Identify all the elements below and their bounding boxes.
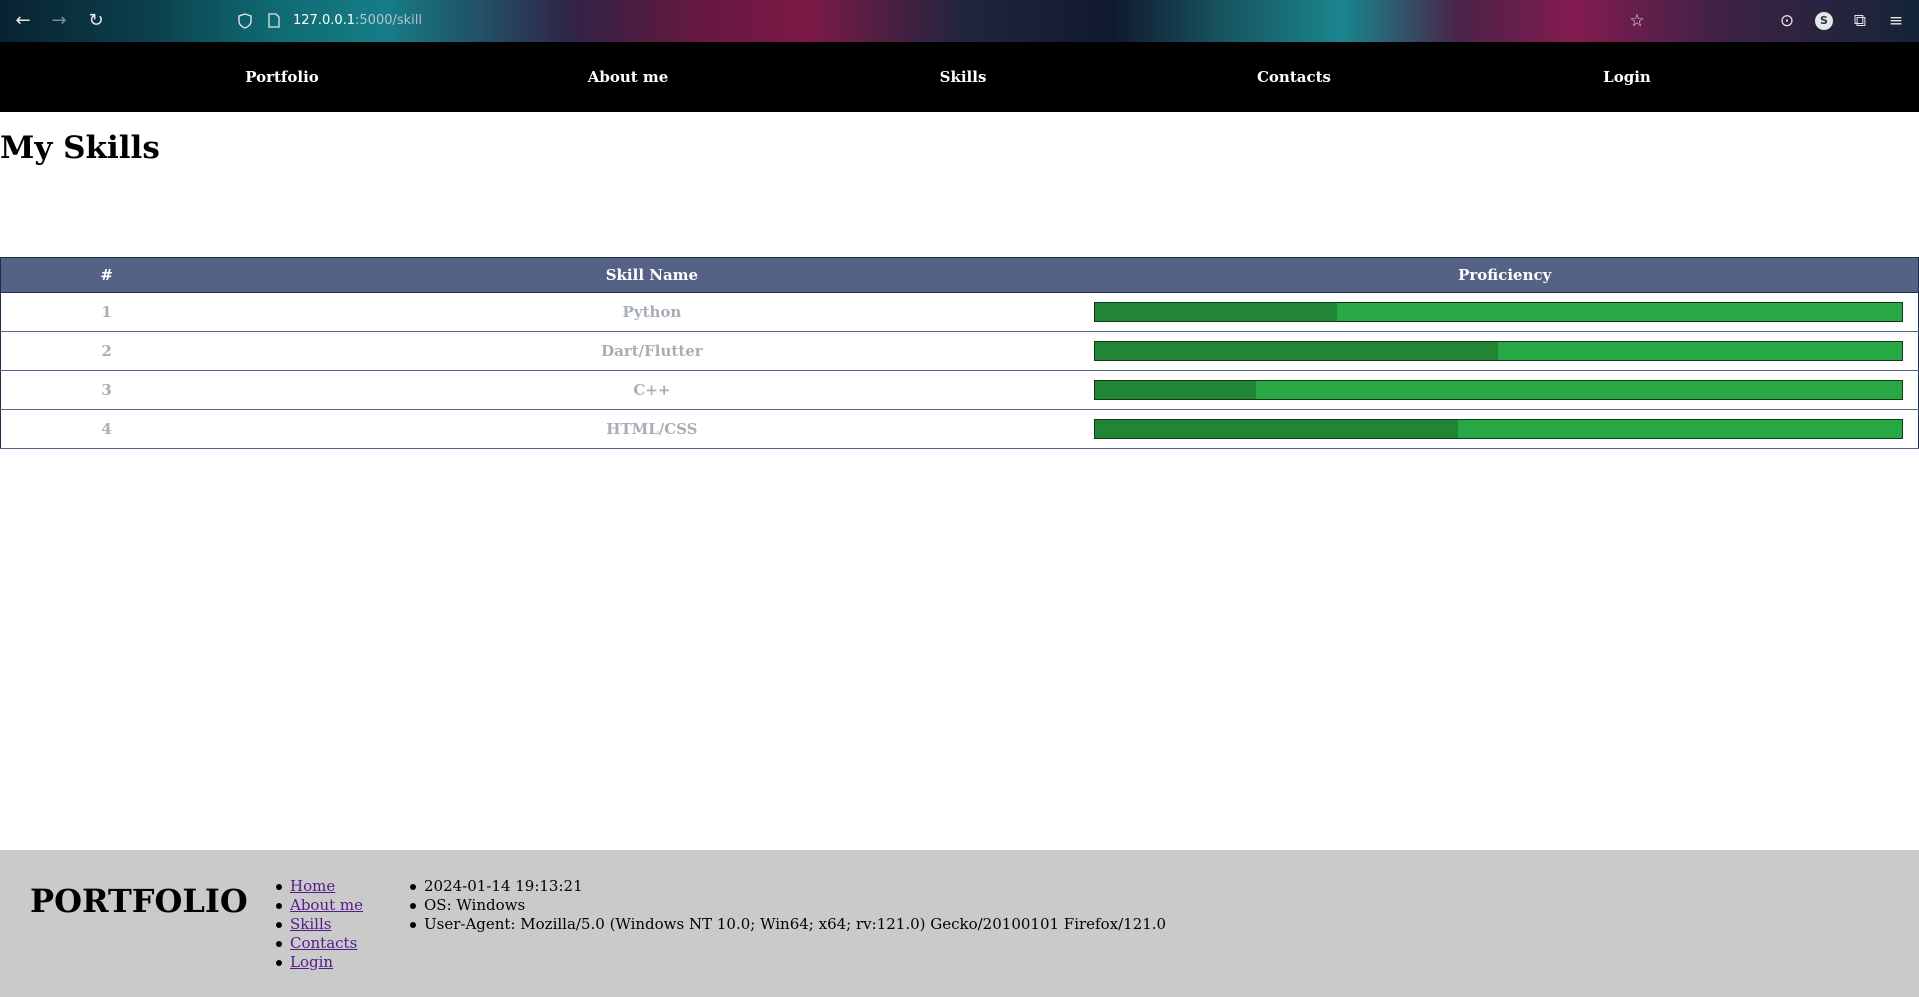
row-number: 1 xyxy=(0,292,213,332)
forward-button[interactable]: → xyxy=(48,11,70,31)
proficiency-cell xyxy=(1091,331,1919,371)
footer-os: OS: Windows xyxy=(410,896,1166,915)
footer-link-login[interactable]: Login xyxy=(290,953,333,971)
footer-link-item: Login xyxy=(276,953,363,972)
table-row: 1 Python xyxy=(0,292,1919,332)
progress-bar xyxy=(1093,341,1903,361)
footer-user-agent: User-Agent: Mozilla/5.0 (Windows NT 10.0… xyxy=(410,915,1166,934)
url-path: :5000/skill xyxy=(355,13,423,28)
nav-about-me[interactable]: About me xyxy=(588,42,669,112)
progress-bar xyxy=(1093,302,1903,322)
profile-avatar[interactable]: S xyxy=(1815,12,1833,30)
progress-bar xyxy=(1093,419,1903,439)
progress-bar xyxy=(1093,380,1903,400)
pocket-icon[interactable]: ⊙ xyxy=(1776,10,1798,32)
footer: PORTFOLIO Home About me Skills Contacts … xyxy=(0,850,1919,997)
proficiency-cell xyxy=(1091,370,1919,410)
footer-link-item: Contacts xyxy=(276,934,363,953)
site-nav: Portfolio About me Skills Contacts Login xyxy=(0,42,1919,112)
extensions-icon[interactable]: ⧉ xyxy=(1849,10,1871,32)
footer-link-item: Skills xyxy=(276,915,363,934)
skill-name: HTML/CSS xyxy=(212,409,1092,449)
header-skill-name: Skill Name xyxy=(212,257,1092,293)
url-text[interactable]: 127.0.0.1:5000/skill xyxy=(293,13,422,28)
header-number: # xyxy=(0,257,213,293)
table-row: 4 HTML/CSS xyxy=(0,409,1919,449)
table-header-row: # Skill Name Proficiency xyxy=(0,257,1919,293)
progress-fill xyxy=(1094,303,1337,321)
footer-link-skills[interactable]: Skills xyxy=(290,915,331,933)
header-proficiency: Proficiency xyxy=(1091,257,1919,293)
footer-logo: PORTFOLIO xyxy=(30,882,248,920)
nav-contacts[interactable]: Contacts xyxy=(1257,42,1331,112)
skills-table: # Skill Name Proficiency 1 Python 2 Dart… xyxy=(0,257,1919,449)
footer-datetime: 2024-01-14 19:13:21 xyxy=(410,877,1166,896)
address-bar[interactable]: 127.0.0.1:5000/skill xyxy=(228,8,648,34)
skill-name: C++ xyxy=(212,370,1092,410)
nav-portfolio[interactable]: Portfolio xyxy=(245,42,319,112)
footer-link-item: Home xyxy=(276,877,363,896)
row-number: 4 xyxy=(0,409,213,449)
progress-fill xyxy=(1094,381,1256,399)
footer-link-home[interactable]: Home xyxy=(290,877,335,895)
footer-links: Home About me Skills Contacts Login xyxy=(276,877,363,972)
table-row: 3 C++ xyxy=(0,370,1919,410)
proficiency-cell xyxy=(1091,292,1919,332)
progress-fill xyxy=(1094,342,1498,360)
browser-toolbar: ← → ↻ 127.0.0.1:5000/skill ☆ ⊙ S ⧉ ≡ xyxy=(0,0,1919,42)
page-icon xyxy=(268,13,280,28)
reload-button[interactable]: ↻ xyxy=(85,11,107,31)
table-row: 2 Dart/Flutter xyxy=(0,331,1919,371)
footer-link-item: About me xyxy=(276,896,363,915)
menu-icon[interactable]: ≡ xyxy=(1885,10,1907,32)
progress-fill xyxy=(1094,420,1458,438)
footer-link-contacts[interactable]: Contacts xyxy=(290,934,357,952)
nav-skills[interactable]: Skills xyxy=(940,42,987,112)
footer-link-about-me[interactable]: About me xyxy=(290,896,363,914)
row-number: 3 xyxy=(0,370,213,410)
skill-name: Dart/Flutter xyxy=(212,331,1092,371)
back-button[interactable]: ← xyxy=(12,11,34,31)
footer-info: 2024-01-14 19:13:21 OS: Windows User-Age… xyxy=(410,877,1166,934)
skill-name: Python xyxy=(212,292,1092,332)
url-host: 127.0.0.1 xyxy=(293,13,356,28)
bookmark-star-icon[interactable]: ☆ xyxy=(1626,10,1648,32)
proficiency-cell xyxy=(1091,409,1919,449)
nav-login[interactable]: Login xyxy=(1603,42,1651,112)
shield-icon xyxy=(238,13,252,29)
page-title: My Skills xyxy=(0,130,160,166)
row-number: 2 xyxy=(0,331,213,371)
